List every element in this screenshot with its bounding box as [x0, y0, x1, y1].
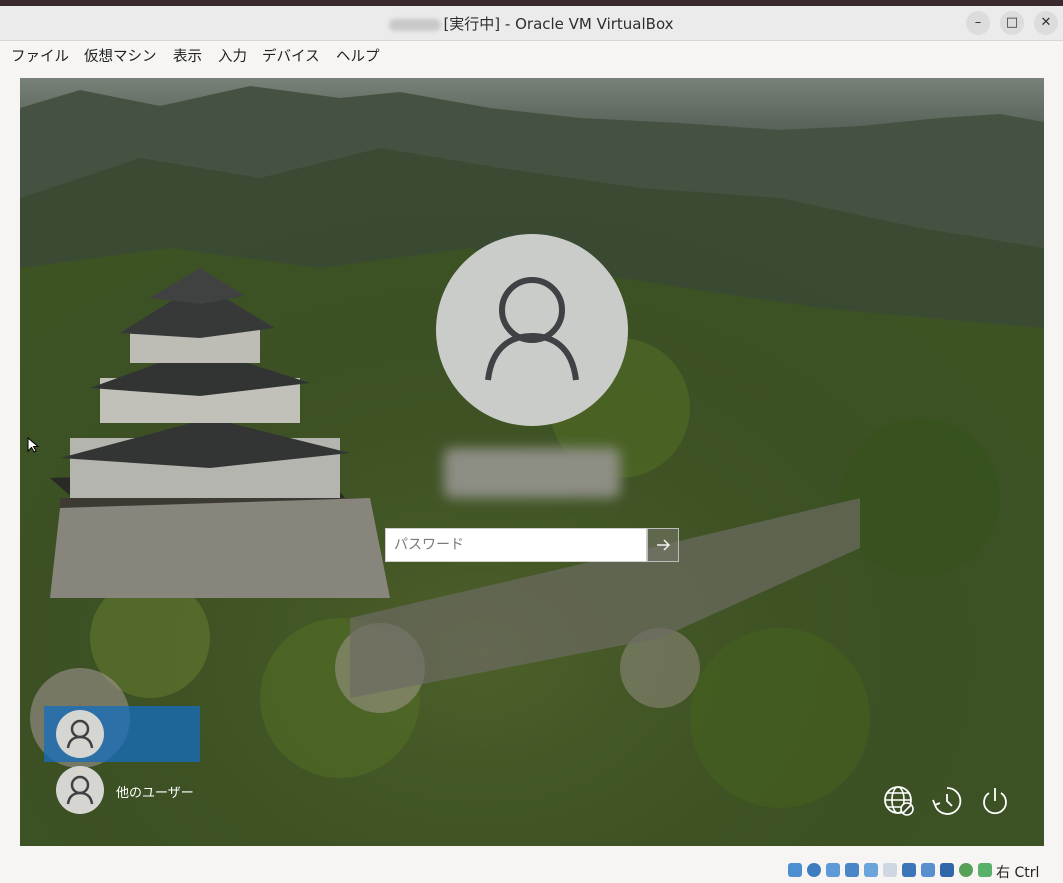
network-icon[interactable] — [845, 863, 859, 877]
menu-file[interactable]: ファイル — [11, 45, 69, 66]
user-tile-label: 他のユーザー — [116, 786, 194, 801]
display-icon[interactable] — [902, 863, 916, 877]
host-key-label: 右 Ctrl — [996, 865, 1040, 881]
recording-icon[interactable] — [921, 863, 935, 877]
optical-icon[interactable] — [807, 863, 821, 877]
current-user-avatar — [436, 234, 628, 426]
cpu-icon[interactable] — [940, 863, 954, 877]
menu-input[interactable]: 入力 — [218, 45, 247, 66]
menu-machine[interactable]: 仮想マシン — [84, 45, 157, 66]
status-bar: 右 Ctrl — [0, 858, 1063, 883]
mouse-pointer-icon — [27, 437, 40, 453]
menu-bar: ファイル 仮想マシン 表示 入力 デバイス ヘルプ — [0, 41, 1063, 68]
menu-devices[interactable]: デバイス — [262, 45, 320, 66]
maximize-button[interactable]: □ — [1000, 11, 1024, 35]
user-icon — [66, 719, 94, 749]
harddisk-icon[interactable] — [788, 863, 802, 877]
audio-icon[interactable] — [826, 863, 840, 877]
user-tile-selected[interactable] — [44, 706, 200, 762]
menu-view[interactable]: 表示 — [173, 45, 202, 66]
user-tile-other[interactable]: 他のユーザー — [44, 764, 224, 816]
mouse-integration-icon[interactable] — [978, 863, 992, 877]
redacted-user-name — [444, 448, 620, 498]
network-button[interactable] — [882, 784, 916, 818]
password-input[interactable] — [385, 528, 647, 562]
accessibility-button[interactable] — [930, 784, 964, 818]
window-title: [実行中] - Oracle VM VirtualBox — [0, 13, 1063, 34]
usb-icon[interactable] — [864, 863, 878, 877]
user-icon — [66, 775, 94, 805]
minimize-button[interactable]: – — [966, 11, 990, 35]
submit-password-button[interactable] — [647, 528, 679, 562]
vm-icon[interactable] — [959, 863, 973, 877]
vm-screen[interactable]: 他のユーザー — [20, 78, 1044, 846]
arrow-right-icon — [657, 539, 671, 551]
title-bar: [実行中] - Oracle VM VirtualBox – □ ✕ — [0, 6, 1063, 41]
accessibility-icon — [932, 787, 962, 815]
shared-folders-icon[interactable] — [883, 863, 897, 877]
close-button[interactable]: ✕ — [1034, 11, 1058, 35]
user-avatar — [56, 766, 104, 814]
menu-help[interactable]: ヘルプ — [336, 45, 380, 66]
user-avatar — [56, 710, 104, 758]
user-icon — [485, 277, 579, 381]
power-button[interactable] — [978, 784, 1012, 818]
network-icon — [884, 786, 914, 816]
redacted-vm-name — [389, 18, 442, 31]
power-icon — [983, 788, 1007, 815]
